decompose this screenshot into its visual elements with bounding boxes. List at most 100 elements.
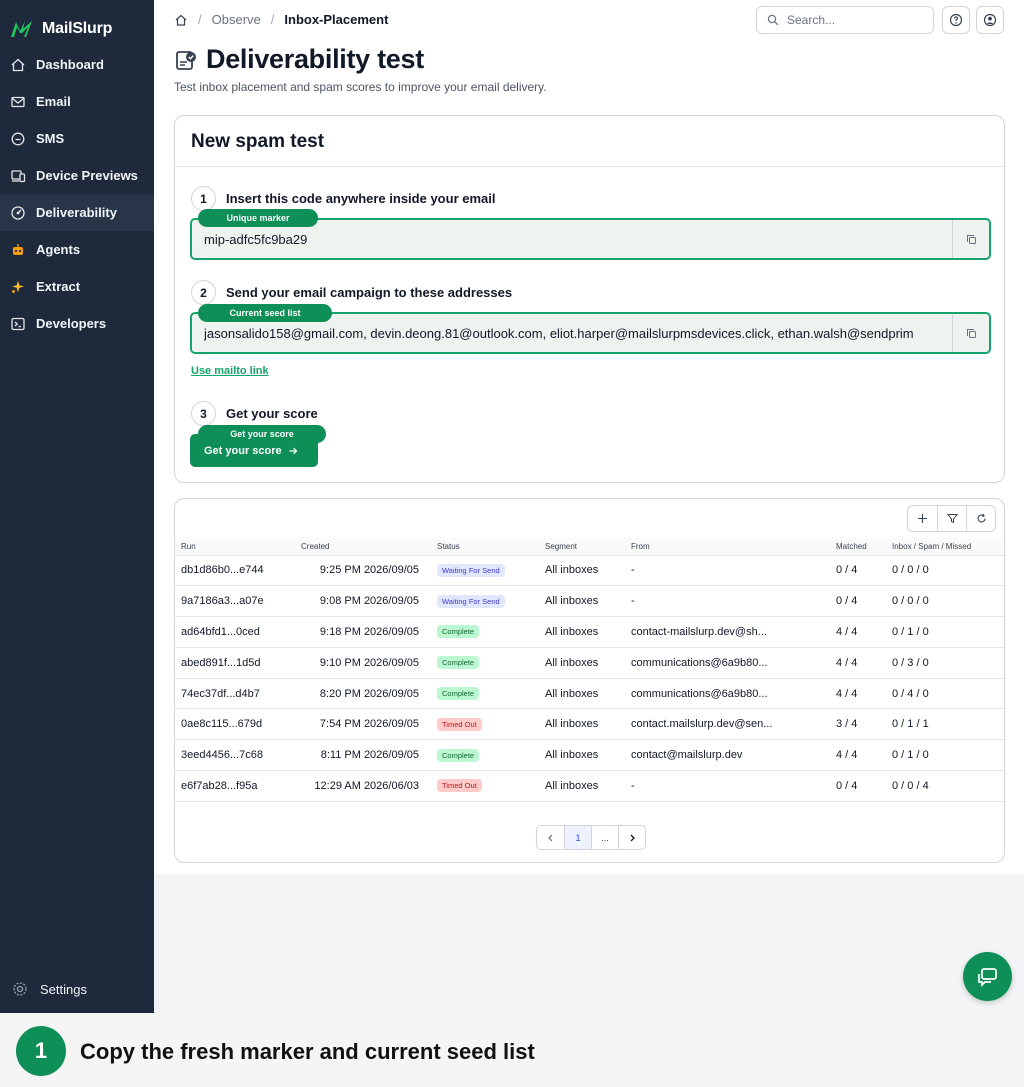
cell-segment: All inboxes — [539, 739, 625, 772]
mail-icon — [11, 96, 25, 107]
logo[interactable]: MailSlurp — [0, 0, 154, 46]
cell-run-id: e6f7ab28...f95a — [175, 770, 295, 802]
sidebar-nav: Dashboard Email SMS Device Previews Delivera… — [0, 46, 154, 342]
sidebar-item-email[interactable]: Email — [0, 83, 154, 120]
cell-matched-count: 0 / 4 — [830, 585, 886, 618]
cell-inbox-spam-missed: 0 / 3 / 0 — [886, 647, 1004, 679]
cell-from-address: communications@6a9b80... — [625, 678, 830, 710]
column-header[interactable]: Run — [175, 538, 295, 556]
status-badge: Waiting For Send — [437, 563, 505, 577]
table-row[interactable]: 9a7186a3...a07e 9:08 PM 2026/09/05 Waiting… — [175, 585, 1004, 618]
cell-matched-count: 4 / 4 — [830, 678, 886, 710]
cell-inbox-spam-missed: 0 / 1 / 0 — [886, 739, 1004, 772]
table-row[interactable]: 3eed4456...7c68 8:11 PM 2026/09/05 Complet… — [175, 739, 1004, 772]
column-header[interactable]: Status — [431, 538, 539, 556]
search-placeholder: Search... — [787, 13, 836, 27]
help-button[interactable] — [942, 6, 970, 34]
step-3: 3 Get your score — [191, 401, 318, 426]
caption-text: Copy the fresh marker and current seed l… — [80, 1039, 535, 1064]
home-icon[interactable] — [174, 13, 188, 27]
sidebar: MailSlurp Dashboard Email SMS Device Previe… — [0, 0, 154, 1013]
cell-inbox-spam-missed: 0 / 0 / 0 — [886, 585, 1004, 618]
mailto-link[interactable]: Use mailto link — [191, 365, 269, 377]
step-number: 2 — [191, 280, 216, 305]
status-badge: Complete — [437, 687, 480, 701]
status-badge: Complete — [437, 625, 480, 639]
robot-icon — [13, 243, 23, 255]
search-input[interactable]: Search... — [756, 6, 934, 34]
cell-created-at: 9:25 PM 2026/09/05 — [295, 555, 431, 587]
sidebar-item-dashboard[interactable]: Dashboard — [0, 46, 154, 83]
cell-run-id: db1d86b0...e744 — [175, 555, 295, 587]
column-header[interactable]: From — [625, 538, 830, 556]
table-row[interactable]: abed891f...1d5d 9:10 PM 2026/09/05 Complet… — [175, 647, 1004, 679]
table-row[interactable]: 74ec37df...d4b7 8:20 PM 2026/09/05 Complet… — [175, 678, 1004, 710]
sidebar-item-agents[interactable]: Agents — [0, 231, 154, 268]
column-header[interactable]: Matched — [830, 538, 886, 556]
account-button[interactable] — [976, 6, 1004, 34]
column-header[interactable]: Segment — [539, 538, 625, 556]
table-row[interactable]: ad64bfd1...0ced 9:18 PM 2026/09/05 Complet… — [175, 616, 1004, 648]
cell-from-address: - — [625, 555, 830, 587]
table-row[interactable]: db1d86b0...e744 9:25 PM 2026/09/05 Waiting… — [175, 555, 1004, 587]
sidebar-item-sms[interactable]: SMS — [0, 120, 154, 157]
column-header[interactable]: Created — [295, 538, 431, 556]
cell-from-address: - — [625, 585, 830, 618]
table-body: db1d86b0...e744 9:25 PM 2026/09/05 Waiting… — [175, 555, 1004, 802]
cell-run-id: 0ae8c115...679d — [175, 708, 295, 741]
sidebar-item-settings[interactable]: Settings — [12, 981, 87, 997]
sidebar-item-deliverability[interactable]: Deliverability — [0, 194, 154, 231]
refresh-icon — [976, 513, 986, 523]
page-title: Deliverability test — [206, 44, 424, 74]
breadcrumb-observe[interactable]: Observe — [212, 12, 261, 27]
status-badge: Complete — [437, 656, 480, 670]
status-badge: Waiting For Send — [437, 594, 505, 608]
cell-matched-count: 0 / 4 — [830, 770, 886, 802]
next-page-button[interactable] — [618, 826, 645, 849]
cell-run-id: 3eed4456...7c68 — [175, 739, 295, 772]
page-button-current[interactable]: 1 — [564, 826, 591, 849]
cell-status: Complete — [431, 739, 539, 772]
home-icon — [11, 58, 25, 71]
help-icon — [949, 13, 963, 27]
table-toolbar — [907, 505, 996, 532]
refresh-button[interactable] — [966, 506, 995, 531]
cell-from-address: communications@6a9b80... — [625, 647, 830, 679]
search-icon — [767, 14, 779, 26]
copy-seed-list-button[interactable] — [952, 314, 989, 352]
unique-marker-value[interactable]: mip-adfc5fc9ba29 — [204, 232, 949, 247]
cell-matched-count: 4 / 4 — [830, 647, 886, 679]
cell-created-at: 7:54 PM 2026/09/05 — [295, 708, 431, 741]
step-label: Send your email campaign to these addres… — [226, 285, 513, 300]
sidebar-item-device-previews[interactable]: Device Previews — [0, 157, 154, 194]
prev-page-button[interactable] — [537, 826, 564, 849]
chevron-left-icon — [547, 834, 552, 841]
cell-status: Complete — [431, 616, 539, 648]
copy-marker-button[interactable] — [952, 220, 989, 258]
copy-icon — [966, 234, 976, 244]
sidebar-item-extract[interactable]: Extract — [0, 268, 154, 305]
cell-run-id: 9a7186a3...a07e — [175, 585, 295, 618]
cell-segment: All inboxes — [539, 555, 625, 587]
status-badge: Complete — [437, 748, 480, 762]
cell-inbox-spam-missed: 0 / 4 / 0 — [886, 678, 1004, 710]
chat-support-button[interactable] — [963, 952, 1012, 1001]
sidebar-item-label: Email — [36, 94, 71, 109]
arrow-right-icon — [289, 447, 297, 454]
clipboard-check-icon — [176, 50, 196, 70]
filter-button[interactable] — [937, 506, 966, 531]
seed-list-pill: Current seed list — [198, 304, 332, 322]
cell-status: Complete — [431, 647, 539, 679]
table-row[interactable]: 0ae8c115...679d 7:54 PM 2026/09/05 Timed O… — [175, 708, 1004, 741]
chat-icon — [977, 967, 997, 987]
cell-matched-count: 4 / 4 — [830, 739, 886, 772]
gear-icon — [13, 982, 27, 996]
sidebar-item-developers[interactable]: Developers — [0, 305, 154, 342]
cell-inbox-spam-missed: 0 / 1 / 0 — [886, 616, 1004, 648]
table-row[interactable]: e6f7ab28...f95a 12:29 AM 2026/06/03 Timed … — [175, 770, 1004, 802]
add-button[interactable] — [908, 506, 937, 531]
gauge-icon — [11, 205, 25, 220]
seed-list-value[interactable]: jasonsalido158@gmail.com, devin.deong.81… — [204, 326, 949, 341]
column-header[interactable]: Inbox / Spam / Missed — [886, 538, 1004, 556]
filter-icon — [946, 514, 958, 524]
